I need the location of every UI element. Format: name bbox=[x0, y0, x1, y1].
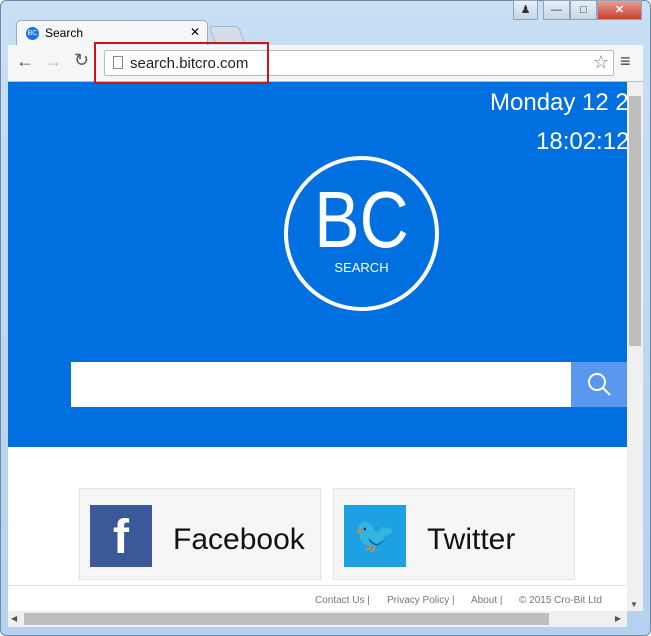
forward-icon[interactable]: → bbox=[44, 51, 62, 72]
bookmark-star-icon[interactable]: ☆ bbox=[593, 52, 609, 73]
footer-divider bbox=[8, 585, 627, 586]
facebook-icon: f bbox=[90, 505, 152, 567]
close-window-button[interactable]: ✕ bbox=[597, 0, 642, 20]
page-content: Monday 12 2 18:02:12 BC SEARCH f Faceboo… bbox=[8, 82, 627, 611]
hero-section: Monday 12 2 18:02:12 BC SEARCH bbox=[8, 82, 627, 447]
date-text: Monday 12 2 bbox=[490, 89, 627, 116]
search-icon bbox=[588, 373, 611, 396]
copyright-text: © 2015 Cro-Bit Ltd bbox=[519, 595, 602, 606]
about-link[interactable]: About | bbox=[471, 595, 503, 606]
maximize-button[interactable]: □ bbox=[570, 0, 597, 20]
contact-link[interactable]: Contact Us | bbox=[315, 595, 370, 606]
scroll-left-icon[interactable]: ◀ bbox=[11, 614, 17, 623]
search-input[interactable] bbox=[71, 362, 571, 407]
back-icon[interactable]: ← bbox=[16, 51, 34, 72]
twitter-icon: 🐦 bbox=[344, 505, 406, 567]
h-scroll-thumb[interactable] bbox=[24, 613, 549, 625]
scroll-right-icon[interactable]: ▶ bbox=[615, 614, 621, 623]
logo-text: BC bbox=[314, 175, 409, 264]
privacy-link[interactable]: Privacy Policy | bbox=[387, 595, 455, 606]
time-text: 18:02:12 bbox=[536, 128, 627, 155]
profile-button[interactable]: ♟ bbox=[513, 0, 538, 20]
search-button[interactable] bbox=[571, 362, 627, 407]
horizontal-scrollbar[interactable]: ◀ ▶ bbox=[8, 611, 627, 627]
scroll-down-icon[interactable]: ▼ bbox=[630, 600, 638, 609]
menu-icon[interactable]: ≡ bbox=[620, 51, 631, 72]
scroll-thumb[interactable] bbox=[629, 96, 641, 346]
tab-title: Search bbox=[45, 26, 84, 40]
url-highlight-box bbox=[94, 42, 269, 84]
reload-icon[interactable]: ↻ bbox=[74, 50, 89, 71]
tab-close-icon[interactable]: ✕ bbox=[190, 25, 200, 39]
twitter-card[interactable]: 🐦 Twitter bbox=[333, 488, 575, 580]
facebook-label: Facebook bbox=[173, 523, 305, 556]
minimize-button[interactable]: — bbox=[543, 0, 570, 20]
facebook-card[interactable]: f Facebook bbox=[79, 488, 321, 580]
twitter-label: Twitter bbox=[427, 523, 516, 556]
vertical-scrollbar[interactable]: ▼ bbox=[627, 82, 643, 611]
favicon: BC bbox=[26, 27, 39, 40]
logo: BC SEARCH bbox=[284, 156, 439, 311]
